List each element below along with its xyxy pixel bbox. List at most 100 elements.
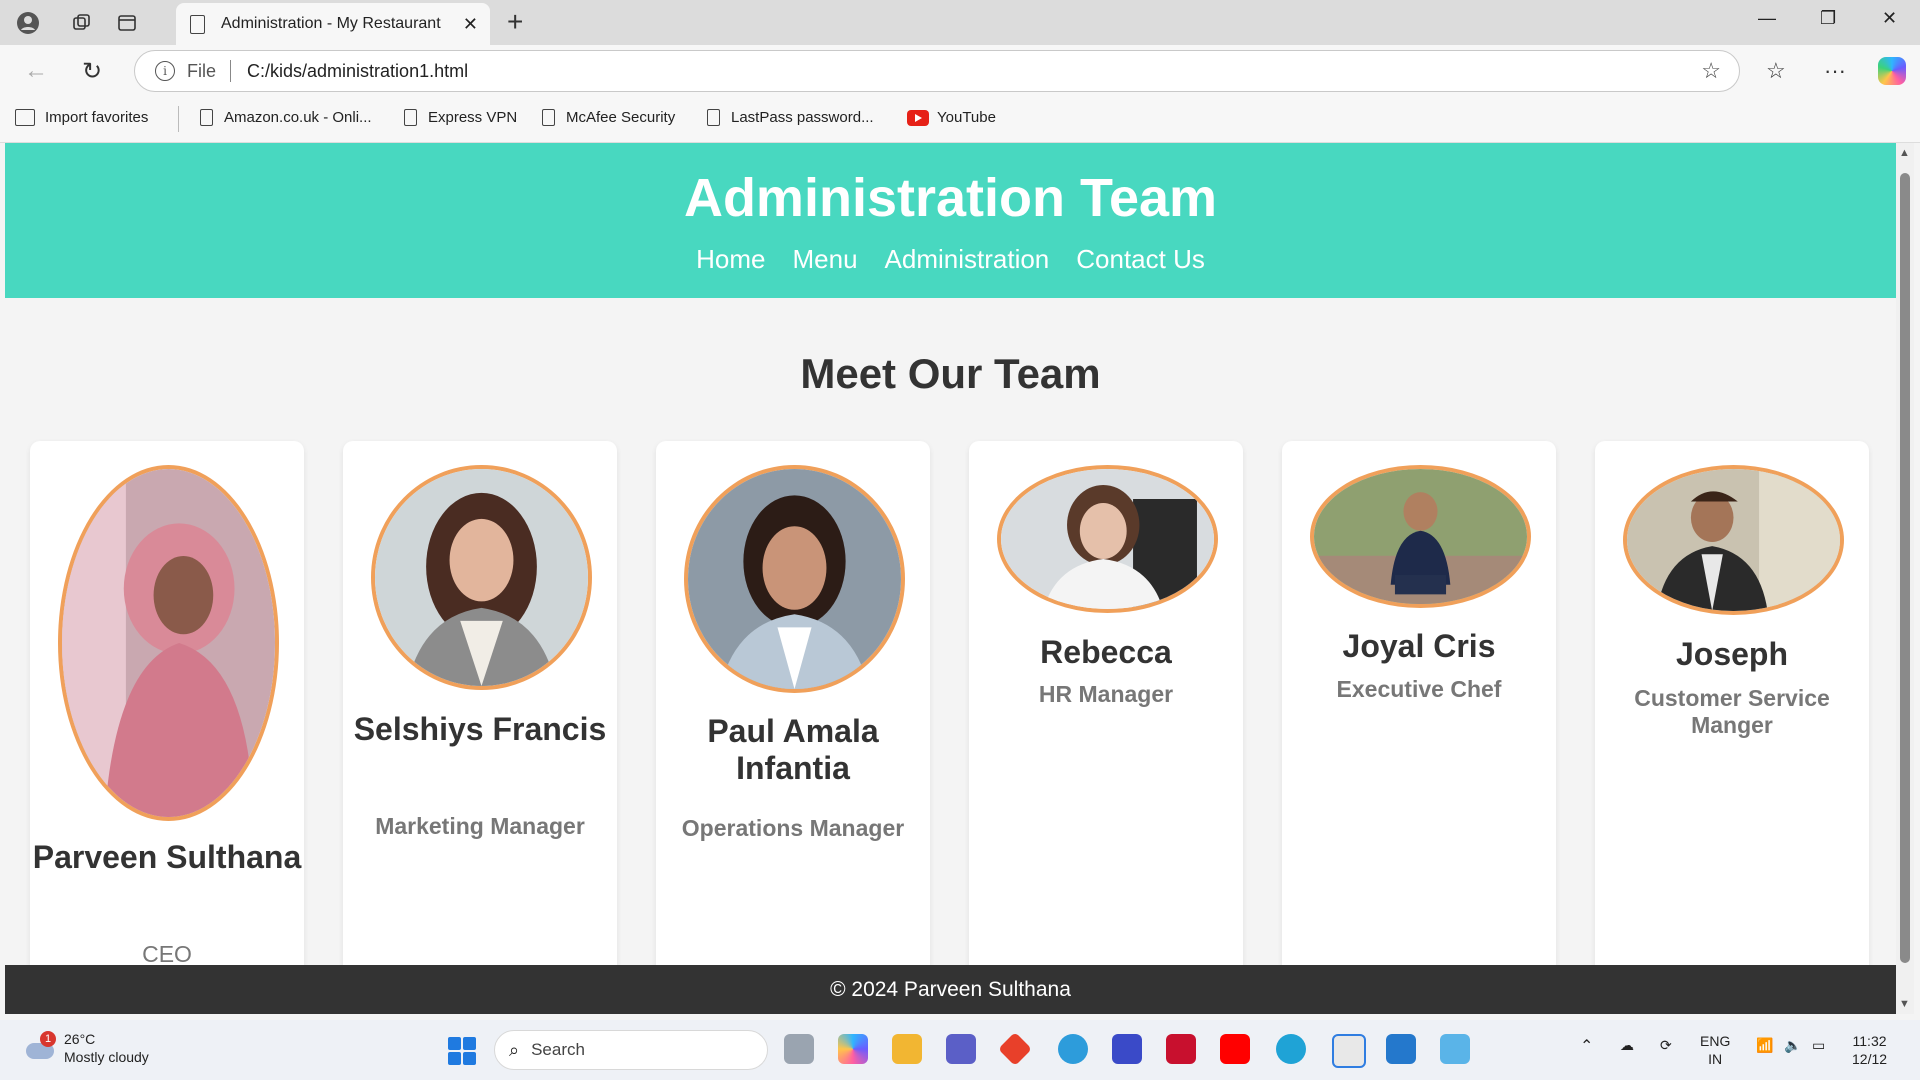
sync-icon[interactable]: ⟳: [1660, 1036, 1672, 1054]
favorite-label: LastPass password...: [731, 109, 874, 126]
lang-top: ENG: [1700, 1033, 1731, 1049]
refresh-icon[interactable]: ↻: [82, 57, 102, 86]
address-url[interactable]: C:/kids/administration1.html: [247, 61, 468, 82]
media-app-icon[interactable]: [1112, 1034, 1142, 1064]
team-card: Paul Amala Infantia Operations Manager: [656, 441, 930, 1014]
file-explorer-icon[interactable]: [892, 1034, 922, 1064]
weather-badge: 1: [40, 1031, 56, 1047]
member-name: Paul Amala Infantia: [707, 713, 879, 786]
team-photo: [58, 465, 279, 821]
language-indicator[interactable]: ENG IN: [1700, 1032, 1730, 1068]
team-card: Parveen Sulthana CEO: [30, 441, 304, 1014]
page-scrollbar[interactable]: ▲ ▼: [1896, 143, 1914, 1014]
favorite-label: Amazon.co.uk - Onli...: [224, 109, 372, 126]
address-bar[interactable]: i File C:/kids/administration1.html ☆: [134, 50, 1740, 92]
team-card: Rebecca HR Manager: [969, 441, 1243, 1014]
vertical-tabs-icon[interactable]: [112, 8, 142, 38]
team-photo: [1623, 465, 1844, 615]
nav-contact-us[interactable]: Contact Us: [1076, 244, 1205, 275]
favorite-youtube[interactable]: YouTube: [907, 109, 996, 126]
active-tab[interactable]: Administration - My Restaurant ✕: [176, 3, 490, 45]
team-card: Selshiys Francis Marketing Manager: [343, 441, 617, 1014]
favorite-label: YouTube: [937, 109, 996, 126]
notepad-icon[interactable]: [1440, 1034, 1470, 1064]
teams-icon[interactable]: [946, 1034, 976, 1064]
favorite-import[interactable]: Import favorites: [15, 109, 148, 126]
browser-tab-bar: Administration - My Restaurant ✕ + — ❐ ✕: [0, 0, 1920, 45]
favorite-label: McAfee Security: [566, 109, 676, 126]
minimize-icon[interactable]: —: [1758, 8, 1776, 29]
time: 11:32: [1852, 1033, 1887, 1049]
lang-bottom: IN: [1708, 1051, 1723, 1067]
copilot-app-icon[interactable]: [838, 1034, 868, 1064]
start-button[interactable]: [448, 1037, 476, 1065]
favorite-mcafee[interactable]: McAfee Security: [542, 109, 675, 126]
new-tab-icon[interactable]: +: [507, 6, 523, 38]
window-close-icon[interactable]: ✕: [1882, 8, 1897, 29]
weather-widget[interactable]: 1 26°C Mostly cloudy: [22, 1030, 149, 1066]
start-pane: [463, 1037, 476, 1050]
start-pane: [463, 1052, 476, 1065]
task-view-icon[interactable]: [784, 1034, 814, 1064]
favorite-lastpass[interactable]: LastPass password...: [707, 109, 874, 126]
nav-menu[interactable]: Menu: [792, 244, 857, 275]
onedrive-icon[interactable]: ☁: [1620, 1036, 1634, 1054]
site-header: Administration Team Home Menu Administra…: [5, 143, 1896, 298]
taskbar-search[interactable]: ⌕ Search: [494, 1030, 768, 1070]
copilot-icon[interactable]: [1878, 57, 1906, 85]
vscode-icon[interactable]: [1386, 1034, 1416, 1064]
app-diamond-icon[interactable]: [998, 1032, 1032, 1066]
page-icon: [404, 109, 417, 126]
clock[interactable]: 11:32 12/12: [1852, 1032, 1887, 1068]
nav-home[interactable]: Home: [696, 244, 765, 275]
favorite-expressvpn[interactable]: Express VPN: [404, 109, 517, 126]
store-icon[interactable]: [1332, 1034, 1366, 1068]
member-role: HR Manager: [1038, 681, 1174, 707]
close-tab-icon[interactable]: ✕: [463, 14, 478, 35]
favorites-icon[interactable]: ☆: [1766, 58, 1786, 84]
favorites-bar: Import favorites Amazon.co.uk - Onli... …: [0, 97, 1920, 143]
member-role: Marketing Manager: [375, 813, 585, 839]
team-photo: [684, 465, 905, 693]
nav-administration[interactable]: Administration: [885, 244, 1050, 275]
scroll-down-icon[interactable]: ▼: [1899, 998, 1910, 1010]
cloud-icon: 1: [22, 1031, 56, 1061]
search-placeholder: Search: [531, 1040, 585, 1059]
mcafee-icon[interactable]: [1166, 1034, 1196, 1064]
member-role: Customer Service Manger: [1634, 685, 1830, 738]
tab-title: Administration - My Restaurant: [221, 15, 441, 32]
condition: Mostly cloudy: [64, 1049, 149, 1065]
favorite-amazon[interactable]: Amazon.co.uk - Onli...: [200, 109, 372, 126]
battery-icon[interactable]: ▭: [1812, 1036, 1825, 1054]
scroll-up-icon[interactable]: ▲: [1899, 147, 1910, 159]
weather-text: 26°C Mostly cloudy: [64, 1030, 149, 1066]
date: 12/12: [1852, 1051, 1888, 1067]
taskbar: 1 26°C Mostly cloudy ⌕ Search ⌃ ☁ ⟳ ENG …: [0, 1020, 1920, 1080]
info-icon[interactable]: i: [155, 61, 175, 81]
chevron-up-icon[interactable]: ⌃: [1580, 1038, 1593, 1056]
restore-icon[interactable]: ❐: [1820, 8, 1836, 29]
back-icon[interactable]: ←: [24, 57, 48, 85]
profile-icon[interactable]: [13, 8, 43, 38]
member-role: Operations Manager: [681, 815, 905, 841]
member-role: Executive Chef: [1336, 676, 1502, 702]
favorite-star-icon[interactable]: ☆: [1701, 58, 1721, 84]
start-pane: [448, 1037, 461, 1050]
member-name: Joyal Cris: [1342, 628, 1496, 664]
youtube-app-icon[interactable]: [1220, 1034, 1250, 1064]
member-name: Rebecca: [1040, 634, 1172, 670]
scroll-thumb[interactable]: [1900, 173, 1910, 963]
workspaces-icon[interactable]: [67, 8, 97, 38]
edge-icon[interactable]: [1276, 1034, 1306, 1064]
document-icon: [190, 14, 205, 34]
help-icon[interactable]: [1058, 1034, 1088, 1064]
favorites-divider: [178, 106, 179, 132]
wifi-icon[interactable]: 📶: [1756, 1036, 1773, 1054]
site-footer: © 2024 Parveen Sulthana: [5, 965, 1896, 1014]
address-scheme-label: File: [187, 60, 217, 81]
page-icon: [542, 109, 555, 126]
more-options-icon[interactable]: ···: [1824, 58, 1846, 84]
member-name: Selshiys Francis: [353, 711, 607, 747]
favorite-label: Express VPN: [428, 109, 518, 126]
volume-icon[interactable]: 🔈: [1784, 1036, 1801, 1054]
